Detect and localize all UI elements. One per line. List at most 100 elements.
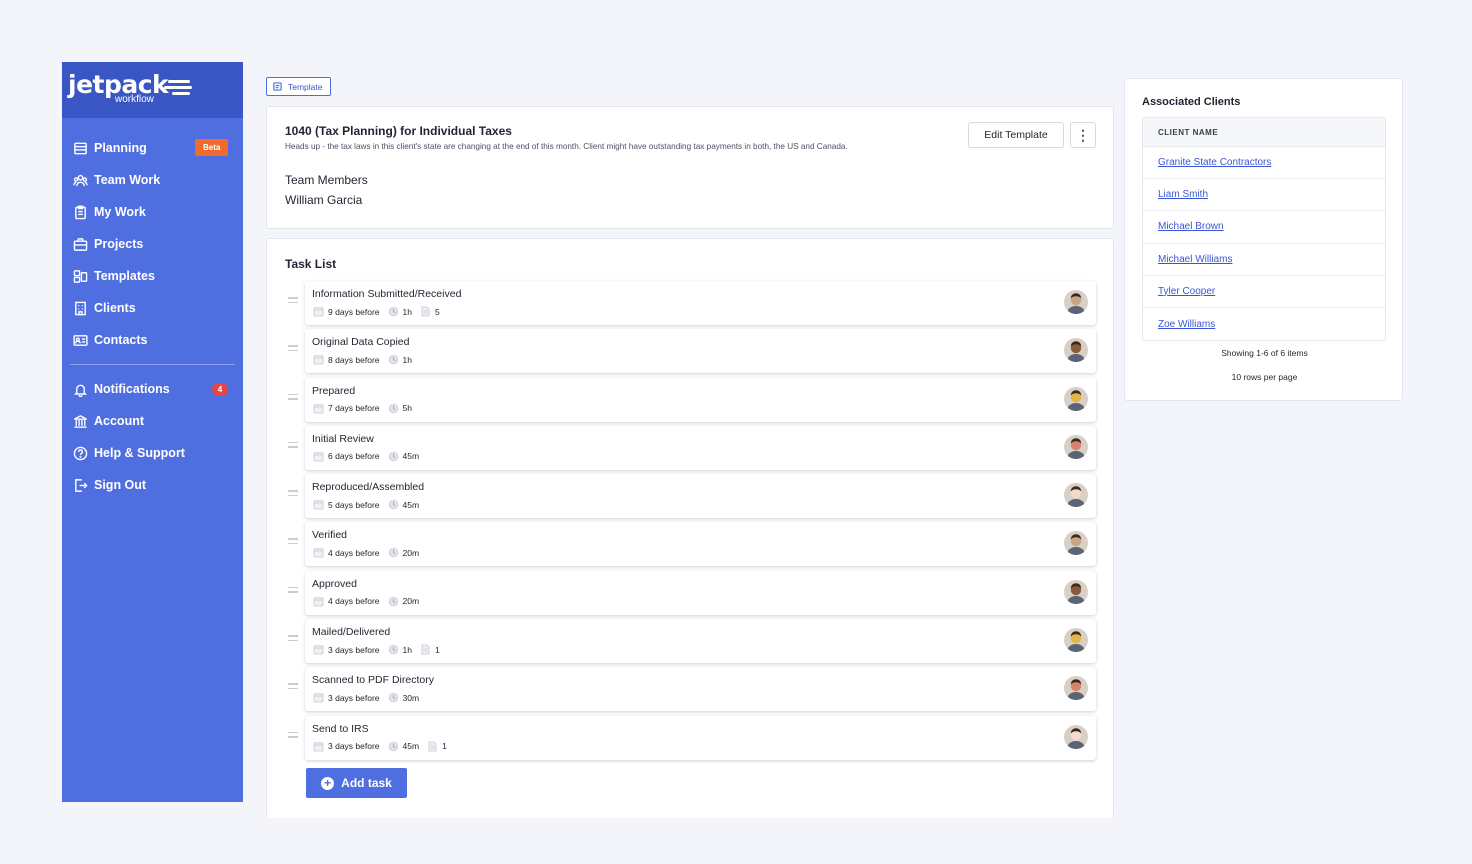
- clock-icon: [388, 451, 399, 462]
- plus-circle-icon: +: [321, 776, 335, 790]
- task-item[interactable]: Initial Review 6 days before 45m: [305, 425, 1096, 470]
- contact-card-icon: [72, 332, 88, 348]
- task-name: Prepared: [312, 384, 356, 397]
- sidebar-item-contacts[interactable]: Contacts: [62, 324, 243, 356]
- document-icon: [420, 306, 431, 317]
- task-item[interactable]: Approved 4 days before 20m: [305, 570, 1096, 615]
- calendar-icon: [313, 354, 324, 365]
- table-row: Liam Smith: [1143, 179, 1385, 212]
- templates-icon: [72, 268, 88, 284]
- drag-handle-icon[interactable]: [288, 490, 298, 499]
- sidebar-item-sign-out[interactable]: Sign Out: [62, 469, 243, 501]
- logo-wordmark: jetpack: [68, 70, 169, 99]
- sidebar-item-label: Notifications: [94, 382, 170, 396]
- bank-icon: [72, 413, 88, 429]
- rows-per-page[interactable]: 10 rows per page: [1125, 372, 1404, 382]
- sidebar-item-planning[interactable]: Planning Beta: [62, 132, 243, 164]
- sidebar-item-notifications[interactable]: Notifications 4: [62, 373, 243, 405]
- associated-clients-title: Associated Clients: [1142, 96, 1241, 108]
- associated-clients-card: Associated Clients CLIENT NAME Granite S…: [1124, 78, 1403, 401]
- sidebar-item-projects[interactable]: Projects: [62, 228, 243, 260]
- client-link[interactable]: Zoe Williams: [1158, 319, 1215, 330]
- table-row: Granite State Contractors: [1143, 147, 1385, 180]
- task-duration: 20m: [402, 596, 420, 607]
- sidebar-item-team-work[interactable]: Team Work: [62, 164, 243, 196]
- assignee-avatar[interactable]: [1064, 724, 1088, 749]
- task-due: 6 days before: [328, 451, 380, 462]
- task-item[interactable]: Reproduced/Assembled 5 days before 45m: [305, 474, 1096, 519]
- template-tag[interactable]: Template: [266, 77, 331, 96]
- drag-handle-icon[interactable]: [288, 345, 298, 354]
- assignee-avatar[interactable]: [1064, 483, 1088, 508]
- sidebar-item-label: Team Work: [94, 173, 161, 187]
- task-meta: 8 days before 1h: [313, 354, 412, 365]
- task-list: Information Submitted/Received 9 days bef…: [285, 281, 1097, 764]
- sidebar-item-templates[interactable]: Templates: [62, 260, 243, 292]
- assignee-avatar[interactable]: [1064, 531, 1088, 556]
- assignee-avatar[interactable]: [1064, 676, 1088, 701]
- calendar-icon: [313, 741, 324, 752]
- task-item[interactable]: Scanned to PDF Directory 3 days before 30m: [305, 667, 1096, 712]
- drag-handle-icon[interactable]: [288, 393, 298, 403]
- calendar-icon: [313, 451, 324, 462]
- task-item[interactable]: Prepared 7 days before 5h: [305, 377, 1096, 422]
- task-item[interactable]: Original Data Copied 8 days before 1h: [305, 329, 1096, 374]
- calendar-icon: [313, 596, 324, 607]
- sidebar-item-account[interactable]: Account: [62, 405, 243, 437]
- logo-subtitle: workflow: [115, 94, 154, 105]
- clock-icon: [388, 644, 399, 655]
- task-due: 7 days before: [328, 403, 380, 414]
- drag-handle-icon[interactable]: [288, 586, 298, 596]
- calendar-icon: [313, 547, 324, 558]
- client-link[interactable]: Granite State Contractors: [1158, 157, 1271, 168]
- task-item[interactable]: Send to IRS 3 days before 45m 1: [305, 715, 1096, 760]
- table-row: Michael Brown: [1143, 211, 1385, 244]
- assignee-avatar[interactable]: [1064, 290, 1088, 314]
- task-due: 4 days before: [328, 547, 380, 558]
- assignee-avatar[interactable]: [1064, 338, 1088, 363]
- table-row: Michael Williams: [1143, 244, 1385, 276]
- assignee-avatar[interactable]: [1064, 434, 1088, 459]
- clock-icon: [388, 306, 399, 317]
- task-item[interactable]: Mailed/Delivered 3 days before 1h 1: [305, 619, 1096, 664]
- add-task-button[interactable]: + Add task: [306, 768, 407, 798]
- logo[interactable]: jetpack workflow: [62, 62, 243, 118]
- more-options-button[interactable]: ⋮: [1070, 122, 1096, 148]
- task-due: 4 days before: [328, 596, 380, 607]
- edit-template-button[interactable]: Edit Template: [968, 122, 1064, 148]
- client-link[interactable]: Liam Smith: [1158, 189, 1208, 200]
- drag-handle-icon[interactable]: [288, 297, 298, 306]
- task-item[interactable]: Verified 4 days before 20m: [305, 522, 1096, 567]
- template-description: Heads up - the tax laws in this client's…: [285, 142, 848, 151]
- building-icon: [72, 300, 88, 316]
- task-due: 3 days before: [328, 692, 380, 703]
- client-link[interactable]: Michael Williams: [1158, 254, 1232, 265]
- drag-handle-icon[interactable]: [288, 538, 298, 547]
- task-row: Prepared 7 days before 5h: [285, 377, 1097, 426]
- task-list-card: Task List Information Submitted/Received…: [266, 238, 1114, 818]
- task-due: 5 days before: [328, 499, 380, 510]
- task-name: Send to IRS: [312, 722, 369, 735]
- nav-divider: [70, 364, 235, 365]
- task-row: Reproduced/Assembled 5 days before 45m: [285, 474, 1097, 522]
- task-item[interactable]: Information Submitted/Received 9 days bef…: [305, 281, 1096, 325]
- assignee-avatar[interactable]: [1064, 386, 1088, 411]
- sidebar-item-help-support[interactable]: Help & Support: [62, 437, 243, 469]
- assignee-avatar[interactable]: [1064, 579, 1088, 604]
- drag-handle-icon[interactable]: [288, 731, 298, 741]
- client-link[interactable]: Michael Brown: [1158, 221, 1224, 232]
- drag-handle-icon[interactable]: [288, 441, 298, 451]
- drag-handle-icon[interactable]: [288, 683, 298, 692]
- client-link[interactable]: Tyler Cooper: [1158, 286, 1215, 297]
- drag-handle-icon[interactable]: [288, 635, 298, 644]
- task-doc-count: 5: [434, 306, 440, 317]
- task-due: 3 days before: [328, 741, 380, 752]
- template-icon: [273, 82, 282, 91]
- assignee-avatar[interactable]: [1064, 628, 1088, 653]
- sidebar-item-my-work[interactable]: My Work: [62, 196, 243, 228]
- sidebar-item-clients[interactable]: Clients: [62, 292, 243, 324]
- task-name: Reproduced/Assembled: [312, 481, 425, 494]
- task-duration: 45m: [402, 741, 420, 752]
- pagination-summary: Showing 1-6 of 6 items: [1221, 348, 1308, 358]
- task-meta: 4 days before 20m: [313, 547, 419, 558]
